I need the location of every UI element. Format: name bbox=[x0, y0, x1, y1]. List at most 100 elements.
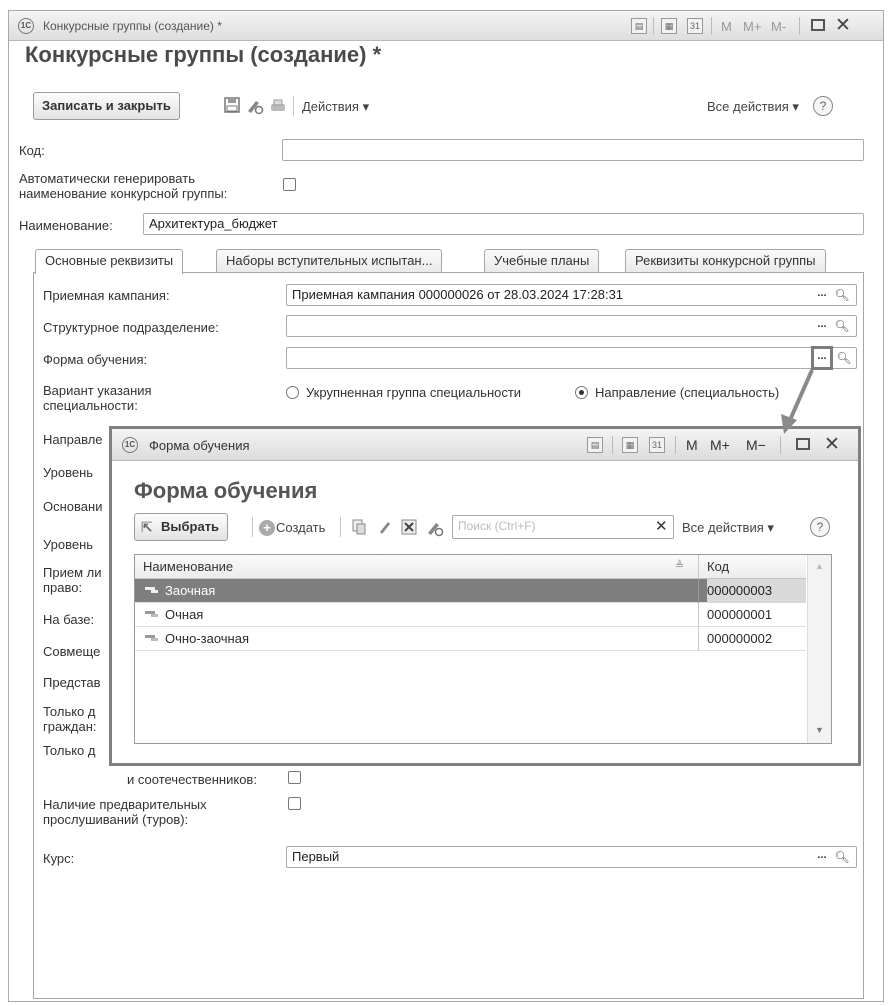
doc-icon[interactable]: ▤ bbox=[631, 18, 647, 34]
pencil-gear-icon[interactable] bbox=[246, 97, 264, 115]
calendar-icon[interactable]: 31 bbox=[649, 437, 665, 453]
study-form-pick-button[interactable]: ... bbox=[811, 346, 833, 370]
memory-m-button[interactable]: M bbox=[721, 19, 732, 34]
column-header-code[interactable]: Код bbox=[699, 555, 806, 579]
tab-entrance-tests[interactable]: Наборы вступительных испытан... bbox=[216, 249, 443, 273]
select-button[interactable]: ⇱ Выбрать bbox=[134, 513, 229, 541]
separator bbox=[698, 603, 699, 627]
course-pick-button[interactable]: ... bbox=[813, 847, 831, 867]
form-title: Конкурсные группы (создание) * bbox=[25, 42, 382, 67]
maximize-icon[interactable] bbox=[796, 438, 810, 450]
admission-label-line2: право: bbox=[43, 580, 83, 595]
base-label: На базе: bbox=[43, 612, 95, 627]
radio-enlarged-group[interactable] bbox=[286, 386, 299, 399]
separator bbox=[340, 517, 341, 537]
radio-direction-label: Направление (специальность) bbox=[595, 385, 780, 400]
scroll-down-icon[interactable]: ▼ bbox=[815, 725, 824, 735]
tab-curricula[interactable]: Учебные планы bbox=[484, 249, 600, 273]
popup-heading: Форма обучения bbox=[134, 478, 318, 503]
separator bbox=[711, 17, 712, 35]
separator bbox=[612, 436, 613, 454]
popup-titlebar: 1С Форма обучения ▤ ▦ 31 M M+ M− ✕ bbox=[112, 429, 858, 461]
study-form-field[interactable] bbox=[286, 347, 857, 369]
separator bbox=[698, 627, 699, 651]
create-button[interactable]: Создать bbox=[276, 520, 325, 535]
column-header-name-label: Наименование bbox=[143, 559, 234, 574]
table-row[interactable]: Очная 000000001 bbox=[135, 603, 806, 627]
tab-main-details[interactable]: Основные реквизиты bbox=[35, 249, 184, 274]
admission-campaign-pick-button[interactable]: ... bbox=[813, 285, 831, 305]
separator bbox=[698, 579, 699, 603]
table-row[interactable]: Заочная 000000003 bbox=[135, 579, 806, 603]
specialty-variant-label-line1: Вариант указания bbox=[43, 383, 152, 398]
catalog-item-icon bbox=[145, 635, 158, 641]
code-field[interactable] bbox=[282, 139, 864, 161]
preliminary-label-line2: прослушиваний (туров): bbox=[43, 812, 189, 827]
delete-mark-icon[interactable] bbox=[400, 519, 418, 537]
memory-plus-button[interactable]: M+ bbox=[743, 19, 761, 34]
course-label: Курс: bbox=[43, 851, 75, 866]
radio-direction[interactable] bbox=[575, 386, 588, 399]
search-input[interactable]: Поиск (Ctrl+F) bbox=[452, 515, 674, 539]
actions-menu[interactable]: Действия ▾ bbox=[302, 99, 369, 115]
pencil-gear-icon[interactable] bbox=[426, 519, 444, 537]
tab-group-details[interactable]: Реквизиты конкурсной группы bbox=[625, 249, 826, 273]
level-label: Уровень bbox=[43, 465, 94, 480]
only-label-line2: граждан: bbox=[43, 719, 97, 734]
maximize-icon[interactable] bbox=[811, 19, 825, 31]
scroll-up-icon[interactable]: ▲ bbox=[815, 561, 824, 571]
radio-enlarged-group-label: Укрупненная группа специальности bbox=[306, 385, 522, 400]
all-actions-menu[interactable]: Все действия ▾ bbox=[707, 99, 799, 115]
course-field[interactable]: Первый bbox=[286, 846, 857, 868]
structural-unit-field[interactable] bbox=[286, 315, 857, 337]
admission-campaign-field[interactable]: Приемная кампания 000000026 от 28.03.202… bbox=[286, 284, 857, 306]
magnifier-icon[interactable]: 🔍︎ bbox=[834, 285, 850, 305]
compatriots-checkbox[interactable] bbox=[288, 771, 301, 784]
level2-label: Уровень bbox=[43, 537, 94, 552]
row-code: 000000001 bbox=[707, 607, 773, 622]
app-logo-icon: 1С bbox=[18, 18, 34, 34]
memory-minus-button[interactable]: M− bbox=[746, 437, 766, 453]
floppy-icon[interactable] bbox=[223, 97, 241, 115]
basis-label: Основани bbox=[43, 499, 103, 514]
magnifier-icon[interactable]: 🔍︎ bbox=[834, 847, 850, 867]
magnifier-icon[interactable]: 🔍︎ bbox=[834, 316, 850, 336]
plus-circle-icon[interactable]: + bbox=[259, 520, 275, 536]
copy-icon[interactable] bbox=[350, 519, 368, 537]
memory-plus-button[interactable]: M+ bbox=[710, 437, 730, 453]
pencil-icon[interactable] bbox=[376, 519, 394, 537]
code-label: Код: bbox=[19, 143, 45, 158]
close-icon[interactable]: ✕ bbox=[824, 433, 840, 456]
calculator-icon[interactable]: ▦ bbox=[622, 437, 638, 453]
structural-unit-pick-button[interactable]: ... bbox=[813, 316, 831, 336]
only-label-line1: Только д bbox=[43, 704, 96, 719]
scrollbar[interactable]: ▲ ▼ bbox=[807, 555, 831, 743]
select-button-label: Выбрать bbox=[161, 519, 220, 534]
main-titlebar: 1С Конкурсные группы (создание) * ▤ ▦ 31… bbox=[9, 11, 883, 41]
help-button[interactable]: ? bbox=[813, 96, 833, 116]
clear-search-icon[interactable]: ✕ bbox=[655, 517, 668, 535]
memory-minus-button[interactable]: M- bbox=[771, 19, 786, 34]
column-header-name[interactable]: Наименование ≜ bbox=[135, 555, 698, 579]
row-name: Заочная bbox=[165, 583, 216, 598]
save-and-close-button[interactable]: Записать и закрыть bbox=[33, 92, 180, 120]
calculator-icon[interactable]: ▦ bbox=[661, 18, 677, 34]
name-field[interactable]: Архитектура_бюджет bbox=[143, 213, 864, 235]
separator bbox=[780, 436, 781, 454]
printer-icon[interactable] bbox=[269, 97, 287, 115]
popup-all-actions-menu[interactable]: Все действия ▾ bbox=[682, 520, 774, 536]
table-row[interactable]: Очно-заочная 000000002 bbox=[135, 627, 806, 651]
calendar-icon[interactable]: 31 bbox=[687, 18, 703, 34]
represent-label: Представ bbox=[43, 675, 101, 690]
close-icon[interactable]: ✕ bbox=[835, 14, 851, 37]
popup-help-button[interactable]: ? bbox=[810, 517, 830, 537]
row-name: Очная bbox=[165, 607, 204, 622]
doc-icon[interactable]: ▤ bbox=[587, 437, 603, 453]
memory-m-button[interactable]: M bbox=[686, 437, 698, 453]
separator bbox=[252, 517, 253, 537]
preliminary-checkbox[interactable] bbox=[288, 797, 301, 810]
auto-generate-checkbox[interactable] bbox=[283, 178, 296, 191]
magnifier-icon[interactable]: 🔍︎ bbox=[836, 348, 852, 368]
study-form-label: Форма обучения: bbox=[43, 352, 148, 367]
popup-window-title: Форма обучения bbox=[149, 438, 250, 453]
